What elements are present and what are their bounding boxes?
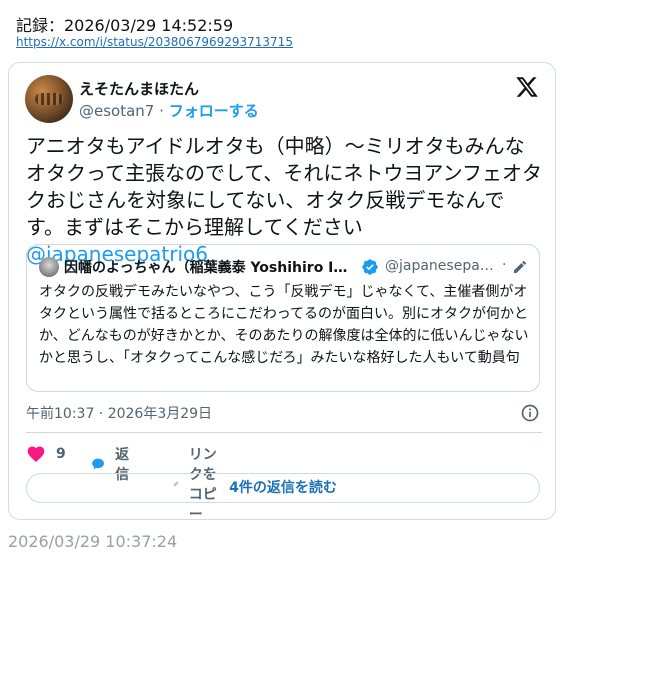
tweet-embed-card: えそたんまほたん @esotan7 · フォローする アニオタもアイドルオタも（… xyxy=(8,62,556,523)
quoted-text: オタクの反戦デモみたいなやつ、こう「反戦デモ」じゃなくて、主催者側がオタクという… xyxy=(39,284,529,366)
heart-icon xyxy=(27,446,45,462)
avatar[interactable] xyxy=(25,75,73,123)
like-count: 9 xyxy=(56,446,66,462)
x-logo-icon[interactable] xyxy=(515,75,539,99)
tweet-body: アニオタもアイドルオタも（中略）〜ミリオタもみんなオタクって主張なのでして、それ… xyxy=(26,134,542,239)
separator-dot: · xyxy=(159,102,164,120)
edit-pencil-icon xyxy=(514,260,527,273)
quoted-avatar xyxy=(39,257,59,277)
quoted-handle: @japanesepatrio6 xyxy=(385,258,499,274)
separator-dot: · xyxy=(502,257,507,273)
record-timestamp: 記録：2026/03/29 14:52:59 xyxy=(16,16,234,35)
quoted-tweet[interactable]: 因幡のよっちゃん（稲葉義泰 Yoshihiro Inaba） @japanese… xyxy=(26,244,540,392)
quoted-display-name: 因幡のよっちゃん（稲葉義泰 Yoshihiro Inaba） xyxy=(64,260,356,276)
reply-bubble-icon xyxy=(92,458,104,470)
info-icon[interactable] xyxy=(520,403,540,423)
divider xyxy=(26,432,542,433)
author-handle[interactable]: @esotan7 xyxy=(79,102,154,120)
tweet-url-link[interactable]: https://x.com/i/status/20380679692937137… xyxy=(16,35,293,49)
author-display-name[interactable]: えそたんまほたん xyxy=(79,78,199,99)
tweet-timestamp[interactable]: 午前10:37 · 2026年3月29日 xyxy=(26,403,212,423)
author-handle-row: @esotan7 · フォローする xyxy=(79,100,259,121)
capture-timestamp: 2026/03/29 10:37:24 xyxy=(8,532,178,551)
read-replies-button[interactable]: 4件の返信を読む xyxy=(26,473,540,503)
verified-badge-icon xyxy=(362,259,378,275)
like-button[interactable]: 9 xyxy=(26,444,66,464)
follow-button[interactable]: フォローする xyxy=(169,102,259,120)
